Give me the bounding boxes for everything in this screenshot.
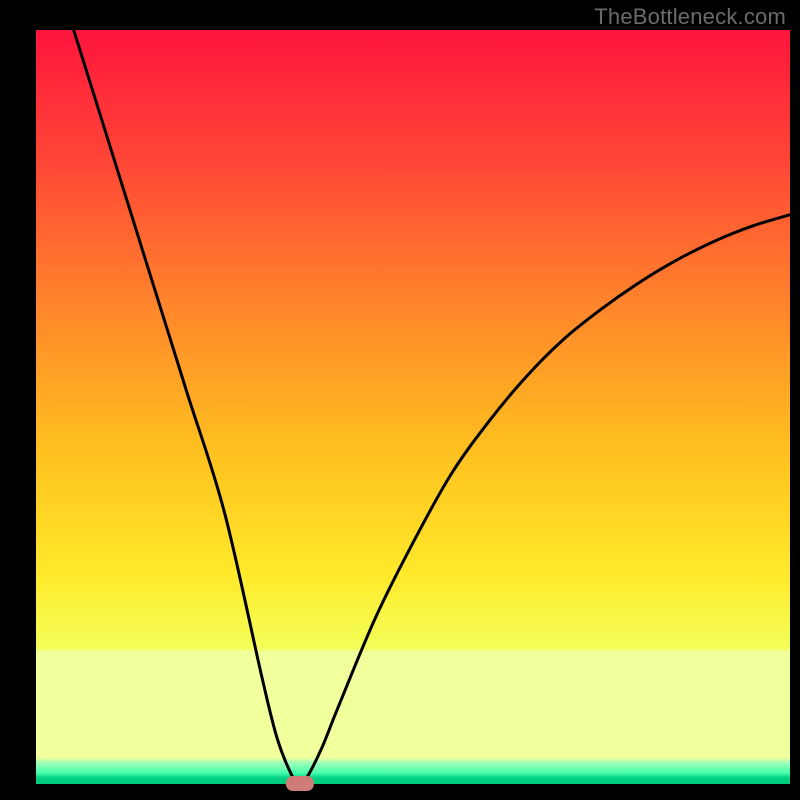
optimal-marker [286, 776, 314, 791]
chart-svg [0, 0, 800, 800]
chart-stage: TheBottleneck.com [0, 0, 800, 800]
watermark-text: TheBottleneck.com [594, 4, 786, 30]
plot-background [36, 30, 790, 784]
